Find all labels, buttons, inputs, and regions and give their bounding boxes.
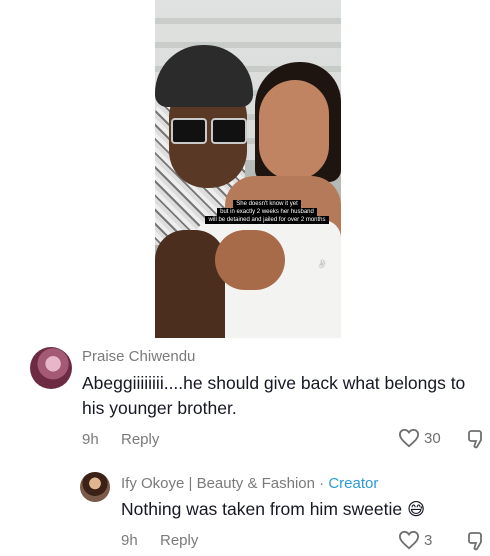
comment-text: Nothing was taken from him sweetie 😅	[121, 499, 426, 519]
comment-time: 9h	[82, 431, 99, 448]
woman-face	[259, 80, 329, 180]
reply-button[interactable]: Reply	[121, 431, 159, 448]
comment-text: Abeggiiiiiiii....he should give back wha…	[82, 373, 466, 418]
video-caption: She doesn't know it yet but in exactly 2…	[187, 200, 341, 224]
heart-icon	[398, 530, 420, 550]
reply-button[interactable]: Reply	[160, 532, 198, 549]
thumbs-down-icon	[468, 430, 482, 449]
avatar[interactable]	[30, 347, 72, 389]
like-button[interactable]: 30	[398, 428, 441, 448]
man-sunglasses	[171, 118, 247, 144]
comment-author[interactable]: Praise Chiwendu	[82, 348, 195, 365]
tiktok-logo-icon: ♪	[319, 256, 325, 270]
like-count: 3	[424, 531, 433, 549]
video-thumbnail[interactable]: She doesn't know it yet but in exactly 2…	[155, 0, 341, 338]
like-button[interactable]: 3	[398, 530, 432, 550]
caption-line: will be detained and jailed for over 2 m…	[205, 216, 329, 224]
caption-line: but in exactly 2 weeks her husband	[217, 208, 317, 216]
caption-line: She doesn't know it yet	[233, 200, 301, 208]
creator-badge: Creator	[328, 475, 379, 492]
hand	[215, 230, 285, 290]
comment-author[interactable]: Ify Okoye | Beauty & Fashion	[121, 475, 315, 492]
thumbs-down-icon	[468, 532, 482, 551]
avatar[interactable]	[80, 472, 110, 502]
dislike-button[interactable]	[468, 429, 486, 454]
comment-time: 9h	[121, 532, 138, 549]
man-arm	[155, 230, 225, 338]
comment-author-line: Ify Okoye | Beauty & Fashion · Creator	[121, 475, 378, 492]
dislike-button[interactable]	[468, 531, 486, 556]
heart-icon	[398, 428, 420, 448]
separator: ·	[315, 475, 329, 492]
like-count: 30	[424, 429, 441, 447]
